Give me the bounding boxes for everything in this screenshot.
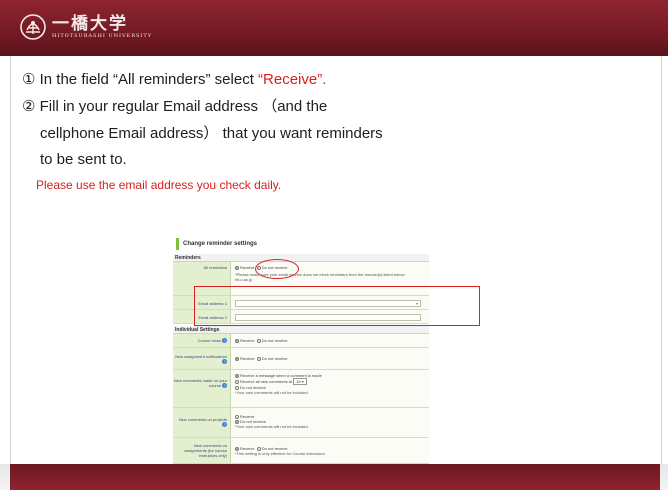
university-seal-icon xyxy=(20,14,46,40)
course-news-text: Course news xyxy=(197,338,221,343)
radio-do-not-receive[interactable] xyxy=(256,338,261,343)
label-course-news: Course news? xyxy=(173,334,231,347)
own-comments-note: *Your own comments will not be included. xyxy=(235,390,309,395)
settings-title: Change reminder settings xyxy=(176,238,257,250)
logo-text: 一橋大学 HITOTSUBASHI UNIVERSITY xyxy=(52,15,152,40)
help-icon[interactable]: ? xyxy=(222,422,227,428)
settings-screenshot: Change reminder settings Reminders All r… xyxy=(170,232,432,464)
radio-receive-all[interactable] xyxy=(235,379,239,384)
new-assignment-text: New assignment notifications xyxy=(175,354,227,359)
step-2-line-1: Fill in your regular Email address （and … xyxy=(35,98,328,115)
step-1-number: ① xyxy=(22,71,36,88)
row-new-comments-course: New comments made on your course? Receiv… xyxy=(173,370,429,408)
radio-receive[interactable] xyxy=(235,356,239,361)
radio-do-not-receive-label: Do not receive xyxy=(261,356,288,361)
new-comments-text: New comments made on your course xyxy=(173,378,227,388)
highlight-receive-ellipse xyxy=(255,259,299,279)
header-bar: 一橋大学 HITOTSUBASHI UNIVERSITY xyxy=(0,0,668,56)
section-reminders: Reminders xyxy=(173,254,429,262)
instruction-step-2: ② Fill in your regular Email address （an… xyxy=(22,97,327,117)
step-1-highlight: “Receive”. xyxy=(258,71,327,88)
help-icon[interactable]: ? xyxy=(222,338,227,344)
instruction-step-2-line-2: cellphone Email address） that you want r… xyxy=(40,125,383,142)
domain-text: hit-u.ac.jp xyxy=(235,277,253,282)
new-projects-options: Receive Do not receive *Your own comment… xyxy=(235,414,309,429)
label-new-comments-projects: New comments on projects? xyxy=(173,408,231,437)
new-projects-text: New comments on projects xyxy=(178,417,227,422)
new-assignment-comments-text: New comments on assignments (for course … xyxy=(184,443,227,458)
highlight-email-box xyxy=(194,286,480,326)
new-assignment-options: Receive Do not receive xyxy=(235,356,287,361)
new-assignment-comments-options: Receive Do not receive *This setting is … xyxy=(235,446,326,456)
label-new-comments-assignments: New comments on assignments (for course … xyxy=(173,438,231,463)
step-1-text: In the field “All reminders” select xyxy=(35,71,259,88)
radio-receive-label: Receive xyxy=(240,265,255,270)
time-select[interactable]: 18 ▾ xyxy=(293,378,307,385)
radio-receive-label: Receive xyxy=(240,356,255,361)
daily-email-note: Please use the email address you check d… xyxy=(36,178,282,192)
new-comments-options: Receive a message when a comment is made… xyxy=(235,373,322,395)
row-new-assignment: New assignment notifications? Receive Do… xyxy=(173,348,429,370)
radio-receive[interactable] xyxy=(235,338,239,343)
help-icon[interactable]: ? xyxy=(222,383,227,389)
instruction-step-1: ① In the field “All reminders” select “R… xyxy=(22,70,326,90)
label-new-assignment: New assignment notifications? xyxy=(173,348,231,369)
time-select-value: 18 xyxy=(296,379,301,384)
radio-do-not-receive[interactable] xyxy=(256,356,261,361)
footer-bar xyxy=(10,464,660,490)
row-course-news: Course news? Receive Do not receive xyxy=(173,334,429,348)
row-new-comments-assignments: New comments on assignments (for course … xyxy=(173,438,429,464)
course-news-options: Receive Do not receive xyxy=(235,338,287,343)
label-new-comments-course: New comments made on your course? xyxy=(173,370,231,407)
radio-do-not-receive-label: Do not receive xyxy=(261,338,288,343)
logo-japanese: 一橋大学 xyxy=(52,13,128,34)
instruction-step-2-line-3: to be sent to. xyxy=(40,151,127,168)
logo-english: HITOTSUBASHI UNIVERSITY xyxy=(52,32,153,39)
radio-receive[interactable] xyxy=(235,265,239,270)
section-individual-settings: Individual Settings xyxy=(173,326,429,334)
option-receive-all: Receive all new comments at xyxy=(240,379,293,384)
row-new-comments-projects: New comments on projects? Receive Do not… xyxy=(173,408,429,438)
step-2-number: ② xyxy=(22,98,36,115)
own-comments-note: *Your own comments will not be included. xyxy=(235,424,309,429)
help-icon[interactable]: ? xyxy=(222,359,227,365)
course-instructors-note: *This setting is only effective for Cour… xyxy=(235,451,326,456)
university-logo: 一橋大学 HITOTSUBASHI UNIVERSITY xyxy=(20,14,152,40)
radio-receive-label: Receive xyxy=(240,338,255,343)
